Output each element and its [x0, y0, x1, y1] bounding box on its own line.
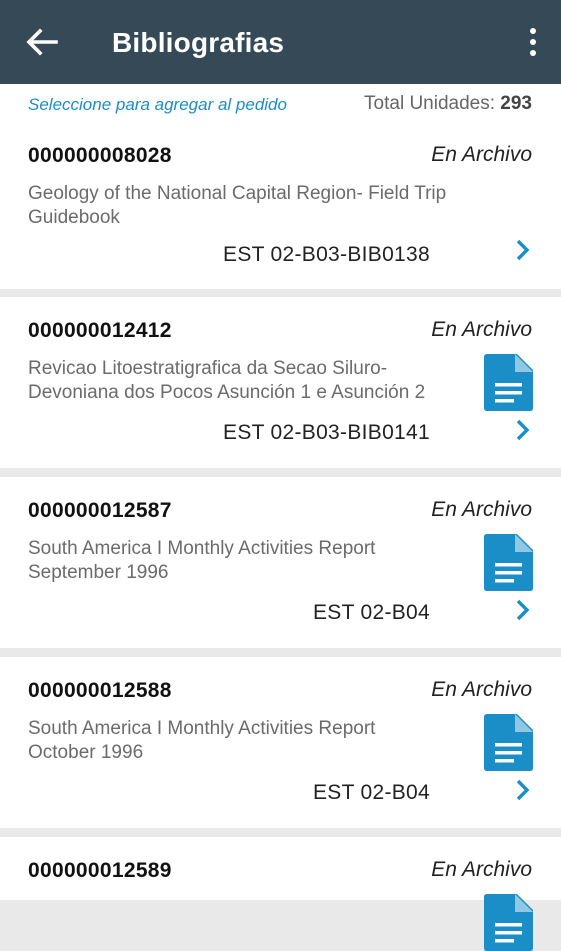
bibliography-item[interactable]: 000000012589 En Archivo	[0, 837, 561, 951]
selection-hint: Seleccione para agregar al pedido	[28, 95, 287, 114]
item-code: 000000012588	[28, 679, 172, 702]
item-location: EST 02-B04	[312, 601, 430, 624]
bibliography-item[interactable]: 000000012412 En Archivo Revicao Litoestr…	[0, 297, 561, 468]
item-description: South America I Monthly Activities Repor…	[28, 537, 468, 585]
bibliography-item[interactable]: 000000008028 En Archivo Geology of the N…	[0, 122, 561, 289]
item-status: En Archivo	[431, 318, 532, 341]
item-code: 000000012589	[28, 859, 172, 882]
item-description-line: Revicao Litoestratigrafica da Secao Silu…	[28, 358, 388, 379]
item-description-line: Guidebook	[28, 207, 120, 228]
item-status: En Archivo	[431, 858, 532, 881]
chevron-right-icon[interactable]	[515, 239, 531, 261]
total-units-label: Total Unidades:	[364, 93, 496, 114]
bibliography-item[interactable]: 000000012587 En Archivo South America I …	[0, 477, 561, 648]
document-icon[interactable]	[484, 354, 533, 411]
total-units: Total Unidades: 293	[364, 93, 532, 115]
item-status: En Archivo	[431, 143, 532, 166]
item-description-line: Devoniana dos Pocos Asunción 1 e Asunció…	[28, 382, 426, 403]
item-code: 000000012412	[28, 319, 172, 342]
item-description: South America I Monthly Activities Repor…	[28, 717, 468, 765]
chevron-right-icon[interactable]	[515, 599, 531, 621]
item-description-line: Geology of the National Capital Region- …	[28, 183, 447, 204]
item-status: En Archivo	[431, 498, 532, 521]
item-code: 000000012587	[28, 499, 172, 522]
item-location: EST 02-B04	[312, 781, 430, 804]
item-description-line: South America I Monthly Activities Repor…	[28, 718, 376, 739]
chevron-right-icon[interactable]	[515, 419, 531, 441]
document-icon[interactable]	[484, 714, 533, 771]
item-location: EST 02-B03-BIB0138	[223, 243, 430, 266]
item-description: Revicao Litoestratigrafica da Secao Silu…	[28, 357, 468, 405]
page-title: Bibliografias	[112, 27, 285, 58]
list-subheader: Seleccione para agregar al pedido Total …	[0, 84, 561, 122]
more-vert-icon[interactable]	[527, 26, 539, 58]
item-description-line: September 1996	[28, 562, 169, 583]
item-location: EST 02-B03-BIB0141	[223, 421, 430, 444]
total-units-value: 293	[500, 93, 532, 114]
item-description-line: South America I Monthly Activities Repor…	[28, 538, 376, 559]
arrow-back-icon[interactable]	[24, 26, 60, 58]
item-status: En Archivo	[431, 678, 532, 701]
bibliography-item[interactable]: 000000012588 En Archivo South America I …	[0, 657, 561, 828]
item-code: 000000008028	[28, 144, 172, 167]
app-bar: Bibliografias	[0, 0, 561, 84]
document-icon[interactable]	[484, 534, 533, 591]
item-description-line: October 1996	[28, 742, 144, 763]
chevron-right-icon[interactable]	[515, 779, 531, 801]
item-description: Geology of the National Capital Region- …	[28, 182, 468, 230]
document-icon[interactable]	[484, 894, 533, 951]
